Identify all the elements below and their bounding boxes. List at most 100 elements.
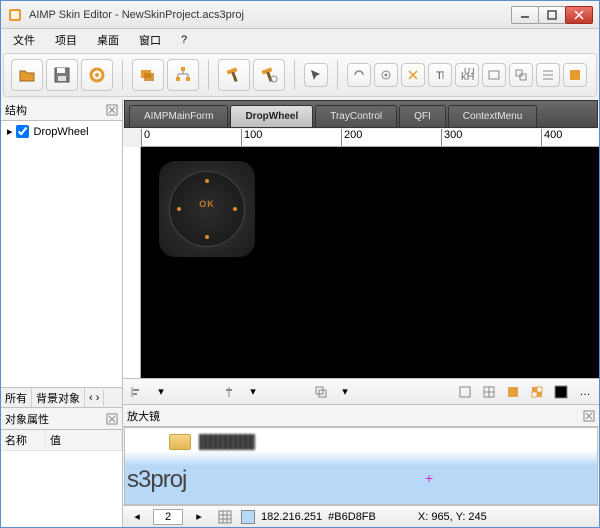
- save-button[interactable]: [46, 59, 78, 91]
- more-icon[interactable]: …: [575, 382, 595, 402]
- properties-title: 对象属性: [5, 411, 49, 427]
- stack-button[interactable]: [132, 59, 164, 91]
- status-hex: #B6D8FB: [328, 511, 376, 523]
- expand-icon[interactable]: ▸: [7, 125, 13, 138]
- tab-scroll[interactable]: ‹ ›: [85, 390, 104, 406]
- align-left-icon[interactable]: [127, 382, 147, 402]
- ruler-tick: 200: [341, 129, 362, 146]
- status-bar: ◂ ▸ 182.216.251 #B6D8FB X: 965, Y: 245: [123, 505, 599, 527]
- tool-1[interactable]: [347, 63, 371, 87]
- vertical-ruler: [123, 147, 141, 378]
- tab-contextmenu[interactable]: ContextMenu: [448, 105, 537, 127]
- app-window: AIMP Skin Editor - NewSkinProject.acs3pr…: [0, 0, 600, 528]
- prop-col-name: 名称: [1, 430, 46, 450]
- structure-tree[interactable]: ▸ DropWheel: [1, 121, 122, 387]
- dropdown-icon[interactable]: ▾: [335, 382, 355, 402]
- structure-title: 结构: [5, 102, 27, 118]
- tab-qfi[interactable]: QFI: [399, 105, 446, 127]
- status-rgb: 182.216.251: [261, 511, 322, 523]
- grid-toggle-icon[interactable]: [215, 507, 235, 527]
- tool-rects[interactable]: [509, 63, 533, 87]
- tree-checkbox[interactable]: [16, 125, 29, 138]
- window-title: AIMP Skin Editor - NewSkinProject.acs3pr…: [29, 9, 512, 21]
- tab-dropwheel[interactable]: DropWheel: [230, 105, 313, 127]
- tab-traycontrol[interactable]: TrayControl: [315, 105, 397, 127]
- tool-rect[interactable]: [482, 63, 506, 87]
- prop-col-value: 值: [46, 430, 122, 450]
- tab-aimpmainform[interactable]: AIMPMainForm: [129, 105, 228, 127]
- snap-icon[interactable]: [479, 382, 499, 402]
- bg-color-icon[interactable]: [551, 382, 571, 402]
- tab-bgobj[interactable]: 背景对象: [32, 388, 85, 408]
- folder-icon: [169, 434, 191, 450]
- dropdown-icon[interactable]: ▾: [151, 382, 171, 402]
- panel-close-icon[interactable]: [583, 410, 595, 422]
- window-buttons: [512, 6, 593, 24]
- color-swatch[interactable]: [241, 510, 255, 524]
- blur-sample: [199, 434, 255, 450]
- grid-icon[interactable]: [455, 382, 475, 402]
- wheel-ok-label: OK: [191, 199, 223, 219]
- tool-2[interactable]: [374, 63, 398, 87]
- menu-window[interactable]: 窗口: [131, 30, 169, 50]
- tab-all[interactable]: 所有: [1, 388, 32, 408]
- left-pane: 结构 ▸ DropWheel 所有 背景对象 ‹ ›: [1, 99, 123, 527]
- magnifier-title: 放大镜: [127, 408, 160, 424]
- ruler-tick: 0: [141, 129, 150, 146]
- horizontal-ruler: 0 100 200 300 400 500: [141, 129, 599, 147]
- tool-text[interactable]: T: [428, 63, 452, 87]
- tool-khz[interactable]: .01kHz.: [455, 63, 479, 87]
- menu-project[interactable]: 项目: [47, 30, 85, 50]
- pointer-tool[interactable]: [304, 63, 328, 87]
- structure-tabs: 所有 背景对象 ‹ ›: [1, 387, 122, 407]
- right-pane: AIMPMainForm DropWheel TrayControl QFI C…: [123, 99, 599, 527]
- tool-3[interactable]: [401, 63, 425, 87]
- ruler-tick: 100: [241, 129, 262, 146]
- align-center-icon[interactable]: [219, 382, 239, 402]
- dropdown-icon[interactable]: ▾: [243, 382, 263, 402]
- crosshair-icon: +: [425, 470, 433, 486]
- magnifier-view: s3proj +: [124, 427, 598, 505]
- properties-panel: 对象属性 名称 值: [1, 407, 122, 527]
- menu-desktop[interactable]: 桌面: [89, 30, 127, 50]
- edit-toolbar: ▾ ▾ ▾ …: [123, 378, 599, 404]
- panel-close-icon[interactable]: [106, 104, 118, 116]
- zoom-out-icon[interactable]: ◂: [127, 507, 147, 527]
- tool-color[interactable]: [563, 63, 587, 87]
- ruler-tick: 400: [541, 129, 562, 146]
- structure-panel: 结构 ▸ DropWheel 所有 背景对象 ‹ ›: [1, 99, 122, 407]
- canvas-area: 0 100 200 300 400 500 OK: [123, 129, 599, 378]
- main-area: 结构 ▸ DropWheel 所有 背景对象 ‹ ›: [1, 99, 599, 527]
- hammer-button[interactable]: [218, 59, 250, 91]
- structure-header: 结构: [1, 99, 122, 121]
- open-button[interactable]: [11, 59, 43, 91]
- main-toolbar: T .01kHz.: [3, 53, 597, 97]
- tool-list[interactable]: [536, 63, 560, 87]
- color-icon[interactable]: [503, 382, 523, 402]
- zoom-in-icon[interactable]: ▸: [189, 507, 209, 527]
- menu-help[interactable]: ?: [173, 32, 195, 48]
- ruler-tick: 300: [441, 129, 462, 146]
- menu-file[interactable]: 文件: [5, 30, 43, 50]
- tree-item[interactable]: ▸ DropWheel: [3, 123, 120, 140]
- dropwheel-widget[interactable]: OK: [159, 161, 255, 257]
- magnifier-sample-text: s3proj: [127, 466, 186, 494]
- titlebar: AIMP Skin Editor - NewSkinProject.acs3pr…: [1, 1, 599, 29]
- settings-button[interactable]: [81, 59, 113, 91]
- menubar: 文件 项目 桌面 窗口 ?: [1, 29, 599, 51]
- checker-icon[interactable]: [527, 382, 547, 402]
- copy-icon[interactable]: [311, 382, 331, 402]
- form-tabs: AIMPMainForm DropWheel TrayControl QFI C…: [124, 100, 598, 128]
- minimize-button[interactable]: [511, 6, 539, 24]
- magnifier-panel: 放大镜 s3proj + ◂ ▸: [123, 404, 599, 527]
- zoom-input[interactable]: [153, 509, 183, 525]
- properties-grid[interactable]: 名称 值: [1, 430, 122, 527]
- tree-button[interactable]: [167, 59, 199, 91]
- magnifier-header: 放大镜: [123, 405, 599, 427]
- design-canvas[interactable]: OK: [141, 147, 599, 378]
- app-icon: [7, 7, 23, 23]
- hammer2-button[interactable]: [253, 59, 285, 91]
- panel-close-icon[interactable]: [106, 413, 118, 425]
- close-button[interactable]: [565, 6, 593, 24]
- maximize-button[interactable]: [538, 6, 566, 24]
